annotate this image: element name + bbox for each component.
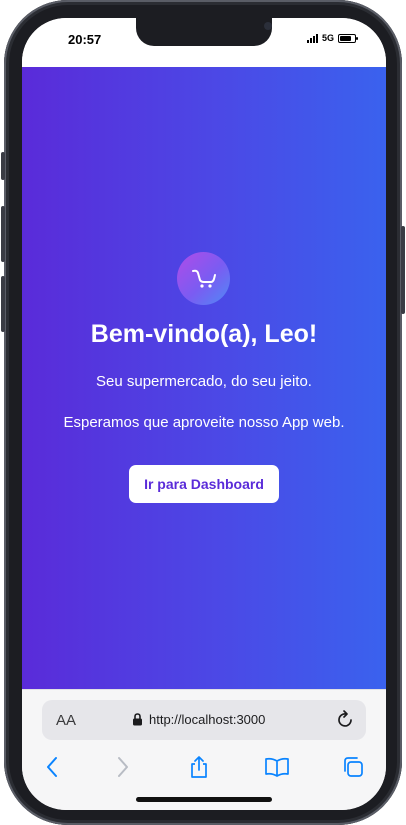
- welcome-message: Esperamos que aproveite nosso App web.: [63, 414, 345, 431]
- phone-screen: 20:57 5G Bem-vindo(a), Leo! Seu supermer…: [22, 18, 386, 810]
- status-bar: 20:57 5G: [22, 18, 386, 68]
- network-label: 5G: [321, 33, 334, 43]
- shopping-cart-icon: [177, 252, 230, 305]
- browser-chrome: AA http://localhost:3000: [22, 689, 386, 810]
- go-to-dashboard-button[interactable]: Ir para Dashboard: [129, 465, 279, 503]
- forward-icon[interactable]: [110, 754, 136, 780]
- mute-switch: [1, 152, 5, 180]
- camera-icon: [264, 22, 272, 30]
- tabs-icon[interactable]: [340, 754, 366, 780]
- welcome-subtitle: Seu supermercado, do seu jeito.: [96, 373, 312, 390]
- status-time: 20:57: [68, 32, 102, 47]
- welcome-title: Bem-vindo(a), Leo!: [90, 320, 318, 348]
- battery-icon: [338, 33, 358, 43]
- power-button: [401, 226, 405, 314]
- text-size-button[interactable]: AA: [56, 712, 76, 729]
- url-field[interactable]: http://localhost:3000: [132, 712, 265, 727]
- volume-up-button: [1, 206, 5, 262]
- bookmarks-icon[interactable]: [264, 754, 290, 780]
- address-bar[interactable]: AA http://localhost:3000: [42, 700, 366, 740]
- volume-down-button: [1, 276, 5, 332]
- back-icon[interactable]: [39, 754, 65, 780]
- status-indicators: 5G: [306, 33, 358, 43]
- home-indicator: [136, 797, 272, 802]
- browser-toolbar: [22, 748, 386, 788]
- lock-icon: [133, 713, 142, 726]
- dynamic-notch: [136, 18, 272, 46]
- share-icon[interactable]: [186, 754, 212, 780]
- signal-icon: [306, 33, 318, 43]
- reload-icon[interactable]: [336, 708, 356, 735]
- url-text: http://localhost:3000: [149, 712, 266, 727]
- welcome-hero: Bem-vindo(a), Leo! Seu supermercado, do …: [22, 67, 386, 689]
